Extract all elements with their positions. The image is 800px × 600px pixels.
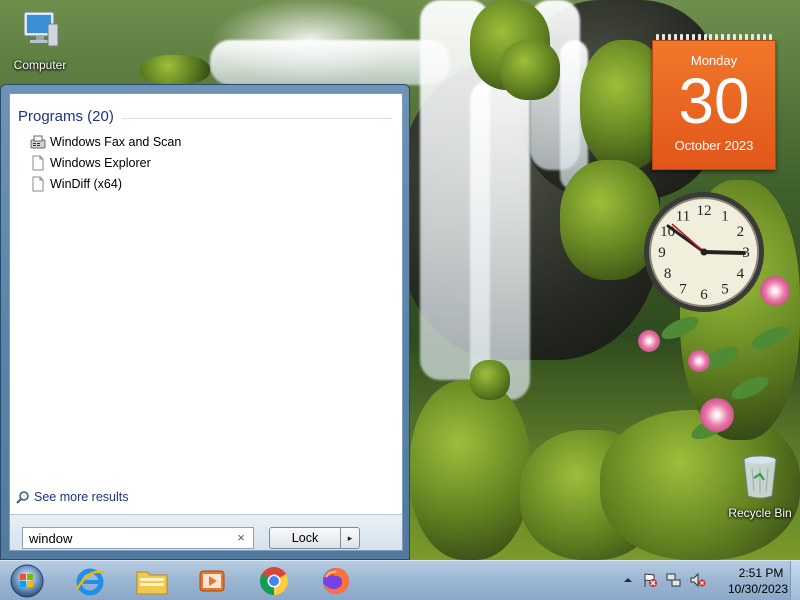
desktop-icon-recycle-bin[interactable]: Recycle Bin (722, 454, 798, 520)
taskbar-clock-time[interactable]: 2:51 PM (728, 566, 794, 580)
recycle-bin-icon (743, 455, 777, 499)
desktop-icon-label: Computer (13, 58, 67, 72)
clock-numeral: 11 (676, 209, 690, 225)
media-player-icon (199, 570, 225, 592)
result-label: Windows Explorer (50, 156, 151, 170)
file-icon (32, 176, 44, 192)
calendar-month-year: October 2023 (674, 138, 754, 153)
clock-numeral: 6 (700, 287, 708, 303)
clock-hour-hand (702, 250, 746, 255)
see-more-results-link[interactable]: See more results (16, 490, 128, 504)
clock-numeral: 12 (697, 203, 712, 219)
taskbar-clock-date[interactable]: 10/30/2023 (720, 582, 796, 596)
start-search-input[interactable] (22, 527, 254, 549)
clock-numeral: 8 (664, 266, 672, 282)
firefox-icon (323, 568, 349, 594)
programs-section-title[interactable]: Programs (20) (18, 108, 114, 125)
section-divider (122, 118, 392, 119)
file-explorer-icon (136, 571, 168, 595)
system-tray: 2:51 PM 10/30/2023 (618, 561, 800, 600)
result-label: WinDiff (x64) (50, 177, 123, 191)
result-windiff-x64[interactable]: WinDiff (x64) (30, 174, 122, 194)
file-icon (32, 155, 44, 171)
clock-numeral: 2 (737, 224, 745, 240)
clock-numeral: 9 (658, 245, 666, 261)
show-hidden-icons-arrow[interactable] (620, 572, 636, 588)
taskbar-internet-explorer[interactable] (64, 563, 116, 599)
start-menu-footer: × Lock ▸ (10, 514, 402, 550)
lock-button[interactable]: Lock (269, 527, 341, 549)
internet-explorer-icon (75, 568, 105, 596)
chrome-icon (260, 567, 288, 595)
result-label: Windows Fax and Scan (50, 135, 182, 149)
start-button[interactable] (8, 563, 46, 599)
clear-search-icon[interactable]: × (232, 529, 250, 547)
shutdown-options-arrow-icon[interactable]: ▸ (340, 527, 360, 549)
taskbar-chrome[interactable] (248, 563, 300, 599)
taskbar-file-explorer[interactable] (126, 563, 178, 599)
result-windows-explorer[interactable]: Windows Explorer (30, 153, 151, 173)
calendar-day: 30 (678, 65, 750, 137)
desktop-icon-label: Recycle Bin (728, 506, 792, 520)
clock-numeral: 5 (721, 281, 729, 297)
taskbar: 2:51 PM 10/30/2023 (0, 560, 800, 600)
taskbar-firefox[interactable] (310, 563, 362, 599)
start-menu: Programs (20) Windows Fax and Scan Windo… (0, 84, 410, 560)
clock-gadget[interactable]: 12 1234567891011 (642, 190, 766, 314)
computer-icon (23, 11, 59, 47)
action-center-icon[interactable] (642, 572, 658, 588)
search-icon (16, 491, 29, 504)
taskbar-media-player[interactable] (186, 563, 238, 599)
result-windows-fax-and-scan[interactable]: Windows Fax and Scan (30, 132, 181, 152)
show-desktop-button[interactable] (790, 561, 800, 600)
calendar-page: Monday 30 October 2023 (652, 40, 776, 170)
fax-icon (30, 135, 46, 149)
desktop-icon-computer[interactable]: Computer (2, 8, 78, 72)
calendar-gadget[interactable]: Monday 30 October 2023 (652, 34, 776, 170)
clock-numeral: 7 (679, 281, 687, 297)
clock-numeral: 1 (721, 209, 729, 225)
network-icon[interactable] (666, 572, 682, 588)
volume-muted-icon[interactable] (690, 572, 706, 588)
see-more-label: See more results (34, 490, 129, 504)
clock-numeral: 4 (737, 266, 745, 282)
start-menu-results-pane: Programs (20) Windows Fax and Scan Windo… (9, 93, 403, 551)
